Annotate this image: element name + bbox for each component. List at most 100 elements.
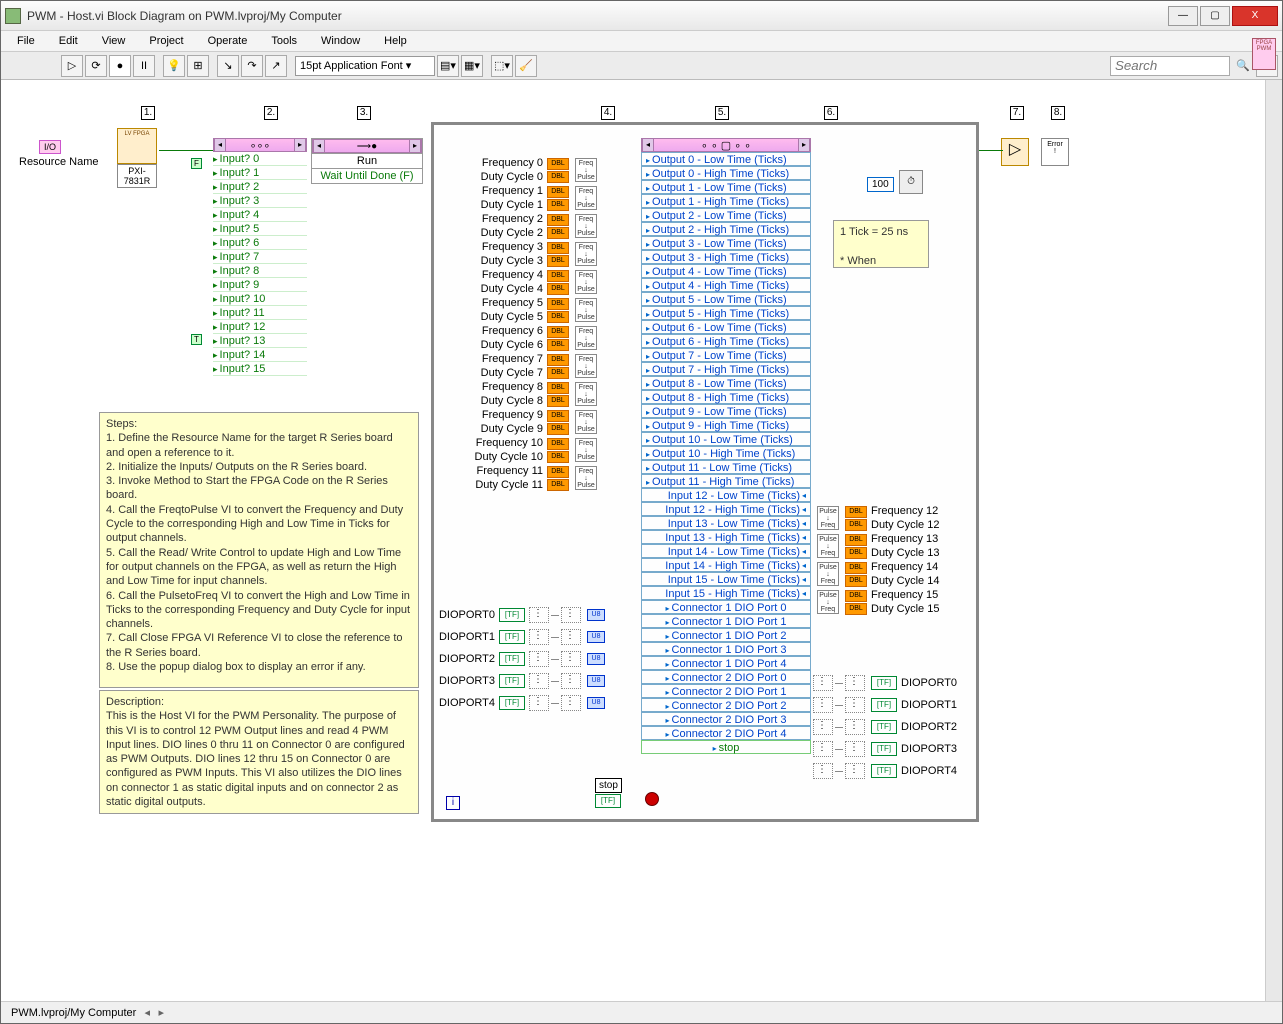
input-tick-terminal-3[interactable]: Input 13 - High Time (Ticks) bbox=[641, 530, 811, 544]
dioport-in-0[interactable]: DIOPORT0[TF]U8 bbox=[437, 604, 605, 626]
output-terminal-17[interactable]: Output 8 - High Time (Ticks) bbox=[641, 390, 811, 404]
cleanup-button[interactable]: 🧹 bbox=[515, 55, 537, 77]
retain-wire-button[interactable]: ⊞ bbox=[187, 55, 209, 77]
vertical-scrollbar[interactable] bbox=[1265, 80, 1282, 1001]
input-terminal-4[interactable]: Input? 4 bbox=[213, 208, 307, 222]
menu-operate[interactable]: Operate bbox=[196, 33, 260, 49]
connector-terminal-7[interactable]: Connector 2 DIO Port 2 bbox=[641, 698, 811, 712]
connector-terminal-5[interactable]: Connector 2 DIO Port 0 bbox=[641, 670, 811, 684]
run-continuous-button[interactable]: ⟳ bbox=[85, 55, 107, 77]
output-terminal-23[interactable]: Output 11 - High Time (Ticks) bbox=[641, 474, 811, 488]
input-tick-terminal-2[interactable]: Input 13 - Low Time (Ticks) bbox=[641, 516, 811, 530]
output-terminal-7[interactable]: Output 3 - High Time (Ticks) bbox=[641, 250, 811, 264]
step-out-button[interactable]: ↗ bbox=[265, 55, 287, 77]
input-tick-terminal-5[interactable]: Input 14 - High Time (Ticks) bbox=[641, 558, 811, 572]
step-into-button[interactable]: ↘ bbox=[217, 55, 239, 77]
read-write-control-node[interactable]: ◂∘ ∘ ▢ ∘ ∘▸ Output 0 - Low Time (Ticks)O… bbox=[641, 138, 811, 754]
input-tick-terminal-7[interactable]: Input 15 - High Time (Ticks) bbox=[641, 586, 811, 600]
abort-button[interactable]: ● bbox=[109, 55, 131, 77]
invoke-method-node[interactable]: ◂⟶●▸ Run Wait Until Done (F) bbox=[311, 138, 423, 184]
output-terminal-0[interactable]: Output 0 - Low Time (Ticks) bbox=[641, 152, 811, 166]
output-terminal-21[interactable]: Output 10 - High Time (Ticks) bbox=[641, 446, 811, 460]
input-tick-terminal-4[interactable]: Input 14 - Low Time (Ticks) bbox=[641, 544, 811, 558]
menu-window[interactable]: Window bbox=[309, 33, 372, 49]
close-button[interactable]: X bbox=[1232, 6, 1278, 26]
output-terminal-19[interactable]: Output 9 - High Time (Ticks) bbox=[641, 418, 811, 432]
highlight-button[interactable]: 💡 bbox=[163, 55, 185, 77]
search-icon[interactable]: 🔍 bbox=[1232, 55, 1254, 77]
loop-stop-terminal[interactable] bbox=[645, 792, 659, 806]
input-terminal-1[interactable]: Input? 1 bbox=[213, 166, 307, 180]
dioport-in-1[interactable]: DIOPORT1[TF]U8 bbox=[437, 626, 605, 648]
dioport-out-2[interactable]: [TF]DIOPORT2 bbox=[813, 716, 961, 738]
input-terminal-9[interactable]: Input? 9 bbox=[213, 278, 307, 292]
input-tick-terminal-0[interactable]: Input 12 - Low Time (Ticks) bbox=[641, 488, 811, 502]
wait-ms-icon[interactable]: ⏱ bbox=[899, 170, 923, 194]
output-terminal-22[interactable]: Output 11 - Low Time (Ticks) bbox=[641, 460, 811, 474]
input-terminal-5[interactable]: Input? 5 bbox=[213, 222, 307, 236]
input-terminal-8[interactable]: Input? 8 bbox=[213, 264, 307, 278]
connector-terminal-9[interactable]: Connector 2 DIO Port 4 bbox=[641, 726, 811, 740]
input-config-node[interactable]: ◂∘∘∘▸ Input? 0Input? 1Input? 2Input? 3In… bbox=[213, 138, 307, 376]
input-terminal-14[interactable]: Input? 14 bbox=[213, 348, 307, 362]
output-terminal-12[interactable]: Output 6 - Low Time (Ticks) bbox=[641, 320, 811, 334]
output-terminal-14[interactable]: Output 7 - Low Time (Ticks) bbox=[641, 348, 811, 362]
menu-file[interactable]: File bbox=[5, 33, 47, 49]
reorder-button[interactable]: ⬚▾ bbox=[491, 55, 513, 77]
output-terminal-3[interactable]: Output 1 - High Time (Ticks) bbox=[641, 194, 811, 208]
input-terminal-11[interactable]: Input? 11 bbox=[213, 306, 307, 320]
run-button[interactable]: ▷ bbox=[61, 55, 83, 77]
dioport-out-4[interactable]: [TF]DIOPORT4 bbox=[813, 760, 961, 782]
menu-view[interactable]: View bbox=[90, 33, 138, 49]
dioport-in-4[interactable]: DIOPORT4[TF]U8 bbox=[437, 692, 605, 714]
input-terminal-6[interactable]: Input? 6 bbox=[213, 236, 307, 250]
connector-terminal-2[interactable]: Connector 1 DIO Port 2 bbox=[641, 628, 811, 642]
loop-delay-constant[interactable]: 100 bbox=[867, 177, 894, 192]
dioport-out-0[interactable]: [TF]DIOPORT0 bbox=[813, 672, 961, 694]
output-terminal-11[interactable]: Output 5 - High Time (Ticks) bbox=[641, 306, 811, 320]
search-input[interactable] bbox=[1110, 56, 1230, 76]
true-constant[interactable]: T bbox=[191, 334, 202, 345]
output-terminal-15[interactable]: Output 7 - High Time (Ticks) bbox=[641, 362, 811, 376]
output-terminal-9[interactable]: Output 4 - High Time (Ticks) bbox=[641, 278, 811, 292]
input-terminal-12[interactable]: Input? 12 bbox=[213, 320, 307, 334]
output-terminal-6[interactable]: Output 3 - Low Time (Ticks) bbox=[641, 236, 811, 250]
close-fpga-ref-node[interactable]: ▷ bbox=[1001, 138, 1029, 166]
output-terminal-20[interactable]: Output 10 - Low Time (Ticks) bbox=[641, 432, 811, 446]
output-terminal-16[interactable]: Output 8 - Low Time (Ticks) bbox=[641, 376, 811, 390]
menu-tools[interactable]: Tools bbox=[259, 33, 309, 49]
stop-control[interactable]: stop [TF] bbox=[595, 778, 622, 808]
dioport-out-1[interactable]: [TF]DIOPORT1 bbox=[813, 694, 961, 716]
output-terminal-10[interactable]: Output 5 - Low Time (Ticks) bbox=[641, 292, 811, 306]
pause-button[interactable]: II bbox=[133, 55, 155, 77]
step-over-button[interactable]: ↷ bbox=[241, 55, 263, 77]
connector-terminal-6[interactable]: Connector 2 DIO Port 1 bbox=[641, 684, 811, 698]
output-terminal-2[interactable]: Output 1 - Low Time (Ticks) bbox=[641, 180, 811, 194]
output-terminal-8[interactable]: Output 4 - Low Time (Ticks) bbox=[641, 264, 811, 278]
block-diagram-canvas[interactable]: 1. 2. 3. 4. 5. 6. 7. 8. I/O Resource Nam… bbox=[1, 80, 1265, 1001]
error-handler-node[interactable]: Error! bbox=[1041, 138, 1069, 166]
input-terminal-13[interactable]: Input? 13 bbox=[213, 334, 307, 348]
connector-terminal-1[interactable]: Connector 1 DIO Port 1 bbox=[641, 614, 811, 628]
menu-help[interactable]: Help bbox=[372, 33, 419, 49]
output-terminal-1[interactable]: Output 0 - High Time (Ticks) bbox=[641, 166, 811, 180]
open-fpga-ref-node[interactable]: LV FPGA PXI-7831R bbox=[117, 128, 157, 188]
align-button[interactable]: ▤▾ bbox=[437, 55, 459, 77]
input-terminal-15[interactable]: Input? 15 bbox=[213, 362, 307, 376]
connector-terminal-3[interactable]: Connector 1 DIO Port 3 bbox=[641, 642, 811, 656]
dioport-in-3[interactable]: DIOPORT3[TF]U8 bbox=[437, 670, 605, 692]
font-selector[interactable]: 15pt Application Font ▾ bbox=[295, 56, 435, 76]
output-terminal-13[interactable]: Output 6 - High Time (Ticks) bbox=[641, 334, 811, 348]
input-tick-terminal-1[interactable]: Input 12 - High Time (Ticks) bbox=[641, 502, 811, 516]
status-nav-left[interactable]: ◂ bbox=[140, 1006, 154, 1019]
io-constant[interactable]: I/O bbox=[39, 140, 61, 154]
input-terminal-7[interactable]: Input? 7 bbox=[213, 250, 307, 264]
menu-project[interactable]: Project bbox=[137, 33, 195, 49]
output-terminal-5[interactable]: Output 2 - High Time (Ticks) bbox=[641, 222, 811, 236]
output-terminal-4[interactable]: Output 2 - Low Time (Ticks) bbox=[641, 208, 811, 222]
input-tick-terminal-6[interactable]: Input 15 - Low Time (Ticks) bbox=[641, 572, 811, 586]
minimize-button[interactable]: — bbox=[1168, 6, 1198, 26]
input-terminal-3[interactable]: Input? 3 bbox=[213, 194, 307, 208]
distribute-button[interactable]: ▦▾ bbox=[461, 55, 483, 77]
input-terminal-10[interactable]: Input? 10 bbox=[213, 292, 307, 306]
